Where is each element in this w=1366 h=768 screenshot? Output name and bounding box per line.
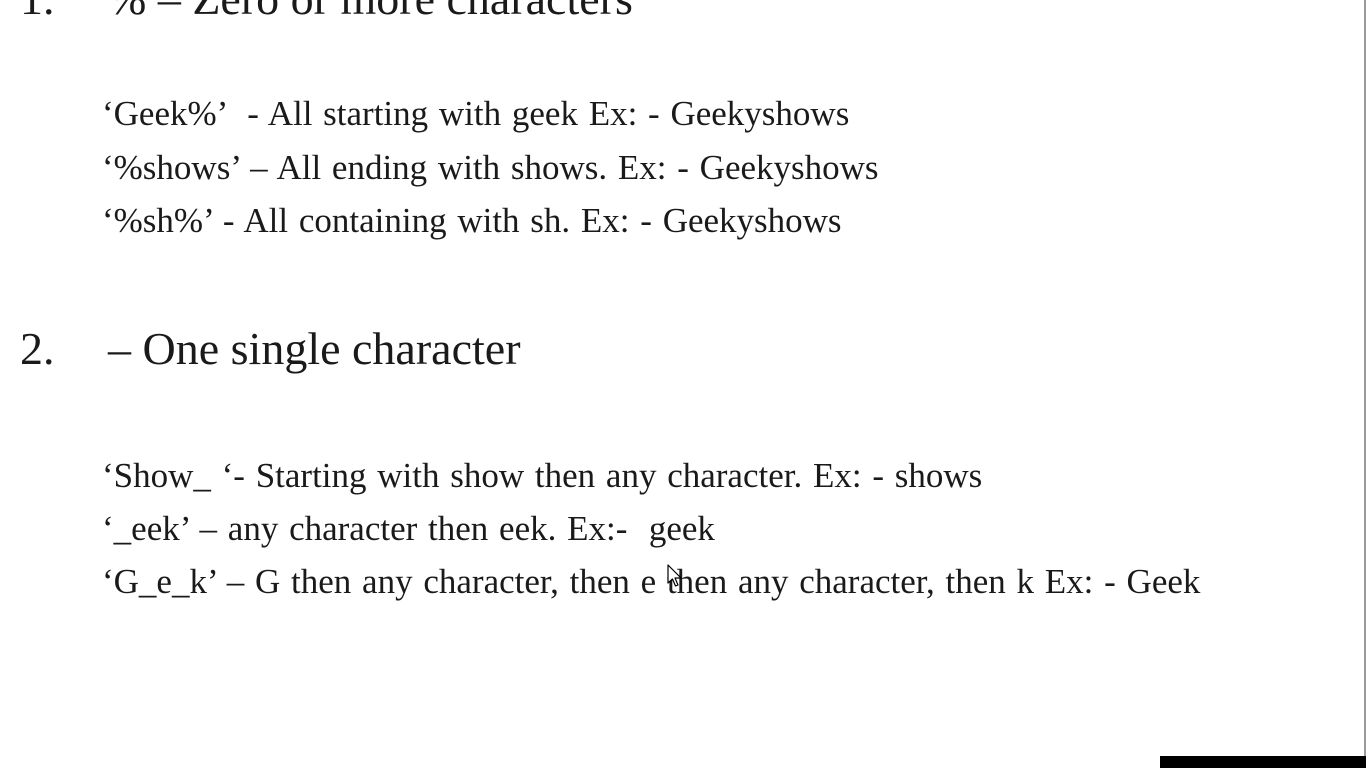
presentation-slide: 1.% – Zero or more characters ‘Geek%’ - … [0,0,1366,768]
example-containing: ‘%sh%’ - All containing with sh. Ex: - G… [102,201,842,240]
example-ending-with: ‘%shows’ – All ending with shows. Ex: - … [102,148,879,187]
example-starting-with: ‘Geek%’ - All starting with geek Ex: - G… [102,94,850,133]
example-show-underscore: ‘Show_ ‘- Starting with show then any ch… [102,456,983,495]
heading-2-number: 2. [20,323,55,374]
heading-zero-or-more: 1.% – Zero or more characters [20,0,633,22]
heading-single-character: 2. – One single character [20,326,521,372]
corner-bar [1160,756,1366,768]
heading-1-text: % – Zero or more characters [108,0,633,24]
mouse-pointer-icon [667,564,682,587]
example-underscore-eek: ‘_eek’ – any character then eek. Ex:- ge… [102,509,715,548]
heading-1-number: 1. [20,0,108,22]
heading-2-text: – One single character [108,323,521,374]
example-g-e-k: ‘G_e_k’ – G then any character, then e t… [102,562,1201,601]
